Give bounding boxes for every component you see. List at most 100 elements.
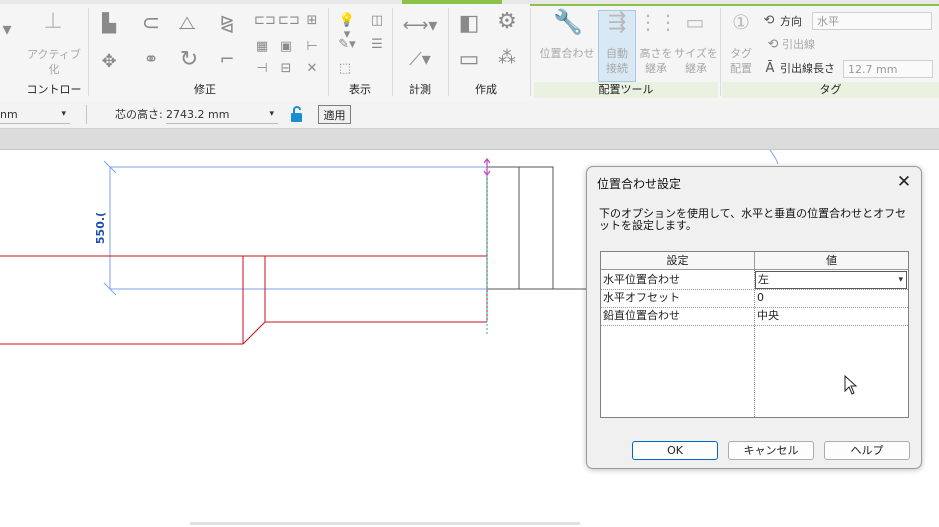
- panel-modify-label: 修正: [194, 83, 216, 96]
- left-value-select[interactable]: nm ▾: [0, 106, 70, 124]
- auto-connect-button[interactable]: ⇶ 自動 接続: [598, 10, 636, 82]
- trim-single-icon[interactable]: ⊟: [278, 62, 294, 76]
- cancel-button[interactable]: キャンセル: [728, 441, 814, 460]
- dialog-description: 下のオプションを使用して、水平と垂直の位置合わせとオフセットを設定します。: [599, 207, 907, 232]
- left-value-text: nm: [0, 108, 18, 121]
- panel-separator: [88, 8, 89, 96]
- panel-separator: [530, 8, 531, 96]
- contextual-tab-underline: [530, 4, 939, 6]
- auto-connect-label-2: 接続: [606, 62, 628, 75]
- leader-length-icon: Ā: [765, 61, 775, 76]
- scroll-hint: [190, 522, 580, 525]
- row-divider: [601, 325, 908, 326]
- rotate-icon[interactable]: ↻: [174, 49, 204, 71]
- orientation-label: 方向: [780, 15, 802, 28]
- horizontal-offset-value[interactable]: 0: [755, 289, 908, 307]
- tag-on-placement-icon[interactable]: ①: [728, 12, 754, 32]
- panel-measure-label: 計測: [409, 83, 431, 96]
- move-icon[interactable]: ✥: [96, 52, 122, 72]
- row-setting-horizontal-align: 水平位置合わせ: [603, 273, 680, 286]
- help-button[interactable]: ヘルプ: [824, 441, 910, 460]
- measure-between-icon[interactable]: ⟷▾: [398, 16, 442, 36]
- aligned-dimension-icon[interactable]: ⟋▾: [398, 50, 442, 70]
- contextual-tab-indicator: [402, 0, 502, 4]
- panel-placement-tools-label: 配置ツール: [534, 82, 718, 98]
- create-similar-icon[interactable]: ▭: [454, 49, 484, 71]
- orientation-select[interactable]: 水平: [812, 12, 932, 30]
- delete-icon[interactable]: ✕: [304, 62, 320, 76]
- pin-icon[interactable]: ⊥: [36, 11, 70, 33]
- leader-length-label: 引出線長さ: [780, 62, 835, 75]
- chevron-down-icon: ▾: [269, 109, 274, 119]
- create-assembly-icon[interactable]: ⁂: [492, 48, 522, 68]
- trim-extend-icon[interactable]: ⌐: [212, 50, 242, 70]
- apply-button[interactable]: 適用: [318, 105, 351, 124]
- column-header-setting: 設定: [601, 252, 754, 270]
- mirror-pick-axis-icon[interactable]: ⧍: [172, 14, 202, 34]
- mouse-cursor-icon: [844, 375, 858, 395]
- inherit-size-label-2[interactable]: 継承: [674, 61, 718, 76]
- paint-icon[interactable]: ⬚: [336, 62, 354, 76]
- panel-separator: [392, 8, 393, 96]
- view-cube-icon[interactable]: ◫: [368, 14, 386, 28]
- align-tool-icon[interactable]: 🔧: [548, 10, 588, 34]
- leader-icon: ⟲: [767, 37, 779, 52]
- align-button[interactable]: 位置合わせ: [536, 46, 598, 61]
- leader-checkbox[interactable]: 引出線: [782, 37, 826, 52]
- split-icon[interactable]: ⊏⊐: [254, 14, 276, 28]
- inherit-size-label-1[interactable]: サイズを: [674, 46, 718, 61]
- leader-length-input[interactable]: 12.7 mm: [843, 60, 933, 78]
- chevron-down-icon: ▾: [61, 109, 66, 119]
- create-group-icon[interactable]: ⚙: [492, 11, 522, 33]
- tag-place-label-1[interactable]: タグ: [724, 46, 758, 61]
- center-height-value: 2743.2 mm: [166, 108, 230, 121]
- alignment-settings-dialog: 位置合わせ設定 ✕ 下のオプションを使用して、水平と垂直の位置合わせとオフセット…: [586, 166, 922, 469]
- row-setting-horizontal-offset: 水平オフセット: [603, 291, 680, 304]
- row-setting-vertical-align: 鉛直位置合わせ: [603, 309, 680, 322]
- inherit-size-icon[interactable]: ▭: [678, 12, 712, 32]
- horizontal-align-select[interactable]: 左 ▾: [755, 271, 907, 289]
- dropdown-icon[interactable]: ▾: [0, 20, 14, 40]
- align-icon[interactable]: ▙: [96, 14, 122, 34]
- panel-separator: [448, 8, 449, 96]
- dimension-text[interactable]: 550.(: [94, 212, 107, 244]
- mirror-draw-axis-icon[interactable]: ⧎: [212, 14, 242, 34]
- linework-icon[interactable]: ☰: [368, 38, 386, 52]
- override-graphics-icon[interactable]: ✎▾: [336, 38, 358, 52]
- copy-icon[interactable]: ⚭: [136, 50, 166, 70]
- ok-button[interactable]: OK: [632, 441, 718, 460]
- inherit-height-label-1[interactable]: 高さを: [636, 46, 676, 61]
- center-height-select[interactable]: 2743.2 mm ▾: [166, 106, 278, 124]
- duct-line: [242, 321, 266, 345]
- panel-separator: [720, 8, 721, 96]
- panel-view-label: 表示: [349, 83, 371, 96]
- auto-connect-icon: ⇶: [607, 10, 627, 35]
- create-part-icon[interactable]: ◧: [454, 13, 484, 35]
- pin-small-icon[interactable]: ⊢: [304, 40, 320, 54]
- close-icon[interactable]: ✕: [893, 171, 915, 193]
- vertical-align-value[interactable]: 中央: [755, 307, 908, 325]
- offset-icon[interactable]: ⊂: [134, 13, 168, 35]
- inherit-elevation-icon[interactable]: ⋮⋮: [638, 12, 678, 32]
- ribbon: ▾ ⊥ アクティブ化 コントロール ▙ ⊂ ⧍ ⧎ ⊏⊐ ⊏⊐ ⊞ ✥ ⚭ ↻ …: [0, 0, 939, 112]
- auto-connect-label-1: 自動: [606, 47, 628, 60]
- arc-fragment: [769, 150, 779, 165]
- view-header-bar: [0, 129, 939, 150]
- unlock-icon[interactable]: [289, 105, 305, 123]
- split-gap-icon[interactable]: ⊏⊐: [278, 14, 300, 28]
- inherit-height-label-2[interactable]: 継承: [636, 61, 676, 76]
- column-header-value: 値: [754, 252, 908, 270]
- trim-multiple-icon[interactable]: ⊣: [254, 62, 270, 76]
- tag-place-label-2[interactable]: 配置: [724, 61, 758, 76]
- panel-tag-label: タグ: [722, 82, 939, 98]
- orientation-icon: ⟲: [763, 13, 775, 28]
- fixture-outline: [486, 166, 554, 290]
- array-icon[interactable]: ▦: [254, 40, 270, 54]
- settings-table: 設定 値 水平位置合わせ 左 ▾ 水平オフセット 0 鉛直位置合わせ 中央: [600, 251, 909, 418]
- center-height-label: 芯の高さ:: [115, 108, 163, 121]
- horizontal-align-value: 左: [758, 273, 769, 286]
- unpin-icon[interactable]: ⊞: [304, 14, 320, 28]
- scale-icon[interactable]: ▣: [278, 40, 294, 54]
- chevron-down-icon: ▾: [898, 275, 903, 285]
- activate-button[interactable]: アクティブ化: [26, 47, 82, 77]
